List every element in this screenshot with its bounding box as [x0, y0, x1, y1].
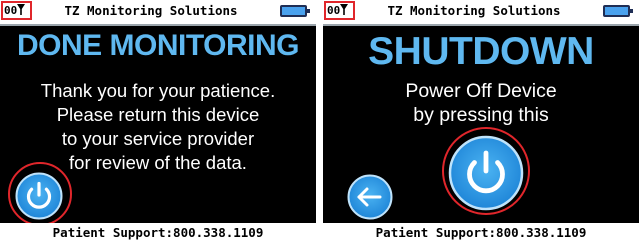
message-line: Thank you for your patience.: [40, 80, 276, 101]
message: Thank you for your patience. Please retu…: [0, 79, 316, 175]
battery-icon: [603, 5, 633, 17]
battery-icon: [280, 5, 310, 17]
power-icon: [15, 172, 63, 220]
message: Power Off Device by pressing this: [323, 79, 639, 127]
signal-text: 00: [327, 4, 341, 17]
signal-icon: [17, 4, 26, 15]
back-button[interactable]: [347, 174, 393, 220]
signal-indicator: 00: [1, 1, 32, 20]
signal-indicator: 00: [324, 1, 355, 20]
app-title: TZ Monitoring Solutions: [387, 3, 561, 18]
page-title: DONE MONITORING: [17, 29, 299, 62]
power-icon: [448, 135, 524, 211]
screen-done-monitoring: 00 TZ Monitoring Solutions DONE MONITORI…: [0, 0, 316, 242]
patient-support: Patient Support:800.338.1109: [323, 223, 639, 242]
message-line: to your service provider: [61, 128, 255, 149]
message-line: Power Off Device: [405, 80, 557, 102]
status-bar: 00 TZ Monitoring Solutions: [323, 0, 639, 26]
status-bar: 00 TZ Monitoring Solutions: [0, 0, 316, 26]
message-line: by pressing this: [413, 104, 549, 126]
back-arrow-icon: [347, 174, 393, 220]
message-line: Please return this device: [56, 104, 260, 125]
signal-text: 00: [4, 4, 18, 17]
signal-icon: [340, 4, 349, 15]
patient-support: Patient Support:800.338.1109: [0, 223, 316, 242]
power-button[interactable]: [448, 135, 524, 211]
power-button[interactable]: [15, 172, 63, 220]
screen-shutdown: 00 TZ Monitoring Solutions SHUTDOWN Powe…: [323, 0, 639, 242]
page-title: SHUTDOWN: [368, 30, 594, 73]
app-title: TZ Monitoring Solutions: [64, 3, 238, 18]
